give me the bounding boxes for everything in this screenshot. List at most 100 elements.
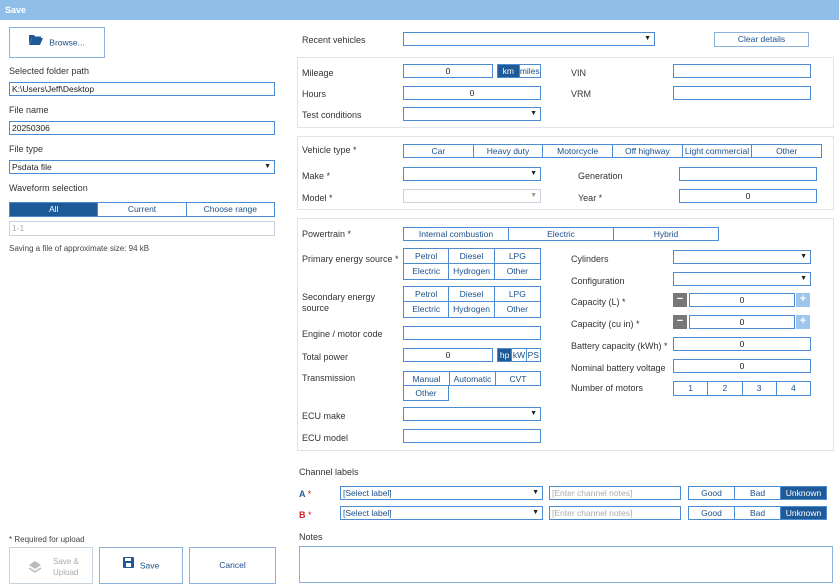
channel-a-name: A * <box>299 489 312 499</box>
unit-km[interactable]: km <box>498 65 520 77</box>
file-type-select[interactable]: Psdata file ▼ <box>9 160 275 174</box>
folder-path-field[interactable]: K:\Users\Jeff\Desktop <box>9 82 275 96</box>
browse-label: Browse... <box>49 37 85 48</box>
mileage-field[interactable]: 0 <box>403 64 493 78</box>
vin-field[interactable] <box>673 64 811 78</box>
capacity-l-decrement[interactable]: − <box>673 293 687 307</box>
file-type-value: Psdata file <box>12 162 52 172</box>
notes-field[interactable] <box>299 546 833 583</box>
power-units: hp kW PS <box>497 348 541 362</box>
channel-a-unknown[interactable]: Unknown <box>781 487 826 499</box>
powertrain-electric[interactable]: Electric <box>509 228 614 240</box>
channel-a-bad[interactable]: Bad <box>735 487 781 499</box>
hours-field[interactable]: 0 <box>403 86 541 100</box>
unit-hp[interactable]: hp <box>498 349 513 361</box>
waveform-all[interactable]: All <box>10 203 99 216</box>
transmission-cvt[interactable]: CVT <box>495 371 541 386</box>
folder-path-label: Selected folder path <box>9 66 90 76</box>
model-select[interactable]: ▼ <box>403 189 541 203</box>
capacity-l-increment[interactable]: + <box>796 293 810 307</box>
vehicle-type-heavy-duty[interactable]: Heavy duty <box>474 145 544 157</box>
capacity-cuin-increment[interactable]: + <box>796 315 810 329</box>
capacity-cuin-field[interactable]: 0 <box>689 315 795 329</box>
primary-energy-selector: Petrol Diesel LPG Electric Hydrogen Othe… <box>403 248 541 280</box>
secondary-diesel[interactable]: Diesel <box>449 287 495 302</box>
waveform-range[interactable]: Choose range <box>187 203 274 216</box>
total-power-field[interactable]: 0 <box>403 348 493 362</box>
powertrain-internal-combustion[interactable]: Internal combustion <box>404 228 509 240</box>
motors-1[interactable]: 1 <box>674 382 709 395</box>
motors-3[interactable]: 3 <box>743 382 777 395</box>
nominal-voltage-field[interactable]: 0 <box>673 359 811 373</box>
ecu-model-field[interactable] <box>403 429 541 443</box>
make-select[interactable]: ▼ <box>403 167 541 181</box>
clear-details-button[interactable]: Clear details <box>714 32 809 47</box>
primary-petrol[interactable]: Petrol <box>404 249 450 264</box>
waveform-current[interactable]: Current <box>98 203 187 216</box>
save-upload-button[interactable]: Save & Upload <box>9 547 93 584</box>
capacity-l-field[interactable]: 0 <box>689 293 795 307</box>
secondary-electric[interactable]: Electric <box>404 302 450 317</box>
unit-kw[interactable]: kW <box>512 349 527 361</box>
primary-electric[interactable]: Electric <box>404 264 450 279</box>
powertrain-label: Powertrain * <box>302 229 352 239</box>
channel-b-name: B * <box>299 510 312 520</box>
channel-b-notes[interactable]: [Enter channel notes] <box>549 506 681 520</box>
channel-b-label-value: [Select label] <box>343 508 392 518</box>
channel-b-label-select[interactable]: [Select label] ▼ <box>340 506 543 520</box>
mileage-label: Mileage <box>302 68 334 78</box>
cylinders-select[interactable]: ▼ <box>673 250 811 264</box>
ecu-make-label: ECU make <box>302 411 346 421</box>
primary-diesel[interactable]: Diesel <box>449 249 495 264</box>
range-field[interactable]: 1-1 <box>9 221 275 236</box>
capacity-cuin-decrement[interactable]: − <box>673 315 687 329</box>
primary-lpg[interactable]: LPG <box>494 249 540 264</box>
secondary-other[interactable]: Other <box>495 302 540 317</box>
ecu-make-select[interactable]: ▼ <box>403 407 541 421</box>
file-name-field[interactable]: 20250306 <box>9 121 275 135</box>
transmission-label: Transmission <box>302 373 356 383</box>
capacity-l-label: Capacity (L) * <box>571 297 626 307</box>
test-conditions-select[interactable]: ▼ <box>403 107 541 121</box>
transmission-other[interactable]: Other <box>403 386 449 401</box>
cancel-button[interactable]: Cancel <box>189 547 276 584</box>
transmission-automatic[interactable]: Automatic <box>449 371 495 386</box>
motors-2[interactable]: 2 <box>708 382 743 395</box>
chevron-down-icon: ▼ <box>530 410 537 417</box>
engine-code-field[interactable] <box>403 326 541 340</box>
year-field[interactable]: 0 <box>679 189 817 203</box>
channel-a-good[interactable]: Good <box>689 487 735 499</box>
vehicle-type-car[interactable]: Car <box>404 145 474 157</box>
battery-capacity-field[interactable]: 0 <box>673 337 811 351</box>
channel-b-bad[interactable]: Bad <box>735 507 781 519</box>
generation-label: Generation <box>578 171 623 181</box>
nominal-voltage-label: Nominal battery voltage <box>571 363 666 373</box>
vehicle-type-other[interactable]: Other <box>752 145 821 157</box>
transmission-manual[interactable]: Manual <box>403 371 449 386</box>
secondary-hydrogen[interactable]: Hydrogen <box>449 302 495 317</box>
configuration-select[interactable]: ▼ <box>673 272 811 286</box>
primary-hydrogen[interactable]: Hydrogen <box>449 264 495 279</box>
browse-button[interactable]: Browse... <box>9 27 105 58</box>
channel-b-unknown[interactable]: Unknown <box>781 507 826 519</box>
motors-4[interactable]: 4 <box>777 382 810 395</box>
vrm-field[interactable] <box>673 86 811 100</box>
channel-a-notes[interactable]: [Enter channel notes] <box>549 486 681 500</box>
primary-other[interactable]: Other <box>495 264 540 279</box>
powertrain-hybrid[interactable]: Hybrid <box>614 228 718 240</box>
vehicle-type-light-commercial[interactable]: Light commercial <box>683 145 753 157</box>
vrm-label: VRM <box>571 89 591 99</box>
save-button[interactable]: Save <box>99 547 183 584</box>
channel-a-label-select[interactable]: [Select label] ▼ <box>340 486 543 500</box>
vehicle-type-motorcycle[interactable]: Motorcycle <box>543 145 614 157</box>
channel-b-good[interactable]: Good <box>689 507 735 519</box>
unit-ps[interactable]: PS <box>527 349 540 361</box>
secondary-petrol[interactable]: Petrol <box>404 287 450 302</box>
vehicle-type-off-highway[interactable]: Off highway <box>613 145 683 157</box>
cylinders-label: Cylinders <box>571 254 609 264</box>
unit-miles[interactable]: miles <box>520 65 541 77</box>
secondary-lpg[interactable]: LPG <box>494 287 540 302</box>
recent-vehicles-select[interactable]: ▼ <box>403 32 655 46</box>
chevron-down-icon: ▼ <box>800 253 807 260</box>
generation-field[interactable] <box>679 167 817 181</box>
